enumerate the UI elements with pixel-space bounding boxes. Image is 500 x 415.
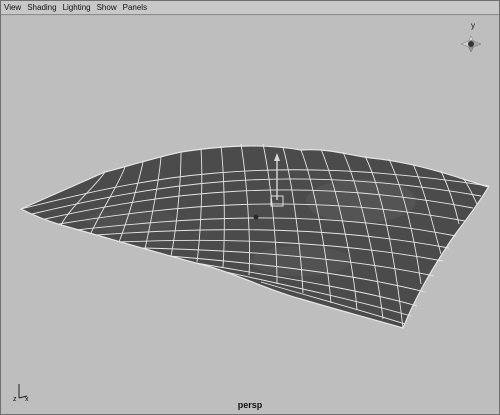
menu-lighting[interactable]: Lighting — [63, 1, 91, 15]
menu-panels[interactable]: Panels — [123, 1, 147, 15]
viewport-window: View Shading Lighting Show Panels y z x … — [0, 0, 500, 415]
plane-mesh[interactable] — [19, 143, 490, 329]
menu-show[interactable]: Show — [97, 1, 117, 15]
menu-shading[interactable]: Shading — [27, 1, 56, 15]
panel-menubar: View Shading Lighting Show Panels — [1, 1, 499, 15]
camera-label: persp — [237, 400, 263, 410]
menu-view[interactable]: View — [4, 1, 21, 15]
perspective-viewport[interactable]: y z x persp — [1, 16, 499, 414]
view-cube-axis-label: y — [471, 21, 475, 30]
view-cube-icon[interactable] — [460, 35, 482, 53]
pivot-point — [253, 214, 259, 220]
